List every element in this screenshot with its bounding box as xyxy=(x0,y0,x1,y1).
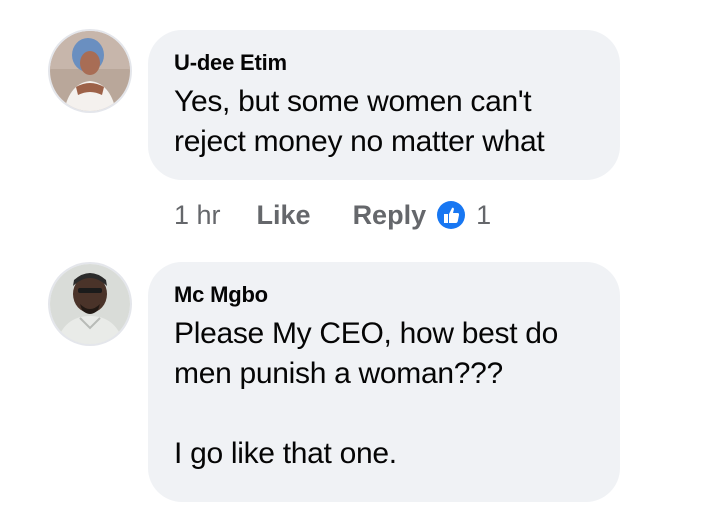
reaction-count[interactable]: 1 xyxy=(476,200,491,231)
comment-text-line: men punish a woman??? xyxy=(174,357,503,390)
comment-actions: 1 hr Like Reply 1 xyxy=(174,195,491,235)
avatar-photo xyxy=(50,264,130,344)
avatar[interactable] xyxy=(50,264,130,344)
comment-text-line: reject money no matter what xyxy=(174,125,545,158)
comment-text: Yes, but some women can't reject money n… xyxy=(174,82,592,162)
comment-thread: U-dee Etim Yes, but some women can't rej… xyxy=(0,0,720,532)
comment-text-line: Please My CEO, how best do xyxy=(174,317,559,350)
avatar[interactable] xyxy=(50,31,130,111)
like-button[interactable]: Like xyxy=(257,200,311,231)
avatar-photo xyxy=(50,31,130,111)
comment-bubble: Mc Mgbo Please My CEO, how best do men p… xyxy=(148,262,620,502)
reply-button[interactable]: Reply xyxy=(353,200,427,231)
comment-author[interactable]: U-dee Etim xyxy=(174,50,592,76)
comment-text: Please My CEO, how best do men punish a … xyxy=(174,314,592,474)
comment-bubble: U-dee Etim Yes, but some women can't rej… xyxy=(148,30,620,180)
comment-author[interactable]: Mc Mgbo xyxy=(174,282,592,308)
like-reaction-icon[interactable] xyxy=(436,200,466,230)
comment-text-line: I go like that one. xyxy=(174,437,397,470)
comment-text-line: Yes, but some women can't xyxy=(174,85,532,118)
comment-timestamp[interactable]: 1 hr xyxy=(174,200,221,231)
